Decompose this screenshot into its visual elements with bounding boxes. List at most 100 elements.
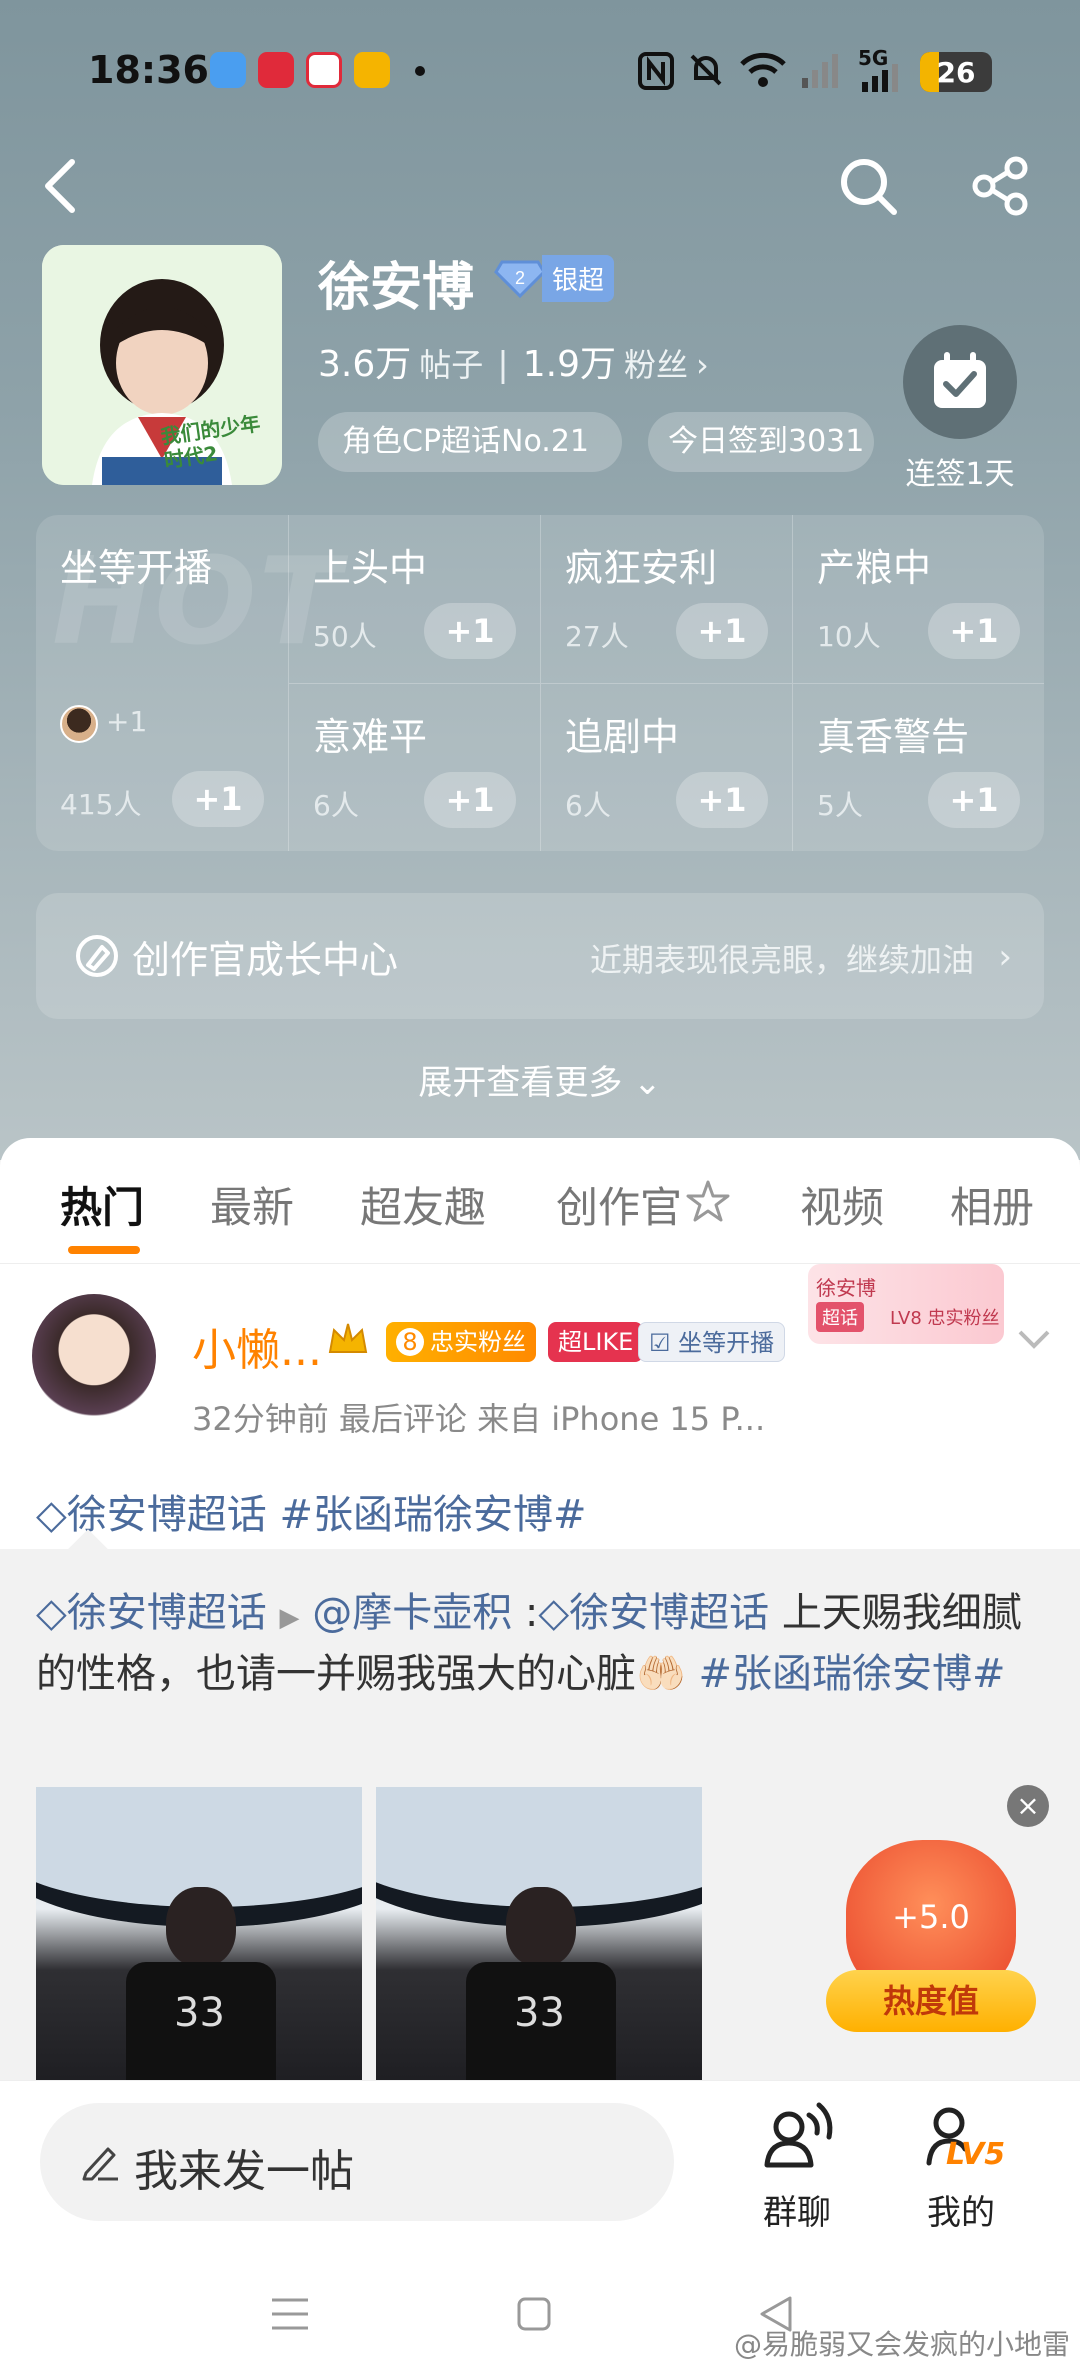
search-icon <box>841 159 897 215</box>
tab-fun[interactable]: 超友趣 <box>360 1174 486 1235</box>
rank-badge[interactable]: 2 银超 <box>494 254 615 302</box>
checkin-button[interactable]: 连签1天 <box>895 325 1025 493</box>
signal-icon-2 <box>862 64 898 92</box>
post-card[interactable]: 小懒... 8 忠实粉丝 超LIKE ☑ 坐等开播 徐安博 超话 LV8 忠实粉丝… <box>0 1264 1080 1549</box>
mood-count: 5人 <box>817 789 863 822</box>
expand-more-button[interactable]: 展开查看更多 ⌄ <box>0 1055 1080 1104</box>
topic-diamond-icon: ◇ <box>538 1590 570 1636</box>
mood-count: 6人 <box>565 789 611 822</box>
fan-level-badge: 8 忠实粉丝 <box>386 1322 536 1362</box>
status-time: 18:36 <box>88 48 209 92</box>
back-arrow-icon <box>45 159 75 213</box>
mood-cell[interactable]: 真香警告 5人 +1 <box>792 683 1044 851</box>
feed-tabs: 热门 最新 超友趣 创作官 视频 相册 <box>0 1138 1080 1264</box>
home-icon[interactable] <box>516 2296 552 2332</box>
mood-cell[interactable]: 意难平 6人 +1 <box>288 683 540 851</box>
mood-cell[interactable]: 产粮中 10人 +1 <box>792 515 1044 683</box>
mood-plus-button[interactable]: +1 <box>424 603 516 659</box>
user-avatar[interactable] <box>32 1294 156 1418</box>
quoted-text: ◇徐安博超话 ▶ @摩卡壶积 :◇徐安博超话 上天赐我细腻的性格，也请一并赐我强… <box>36 1585 1046 1702</box>
mute-icon <box>690 54 722 86</box>
topic-diamond-icon: ◇ <box>36 1492 67 1538</box>
mood-plus-button[interactable]: +1 <box>676 603 768 659</box>
posts-label: 帖子 <box>419 346 484 384</box>
compose-placeholder: 我来发一帖 <box>134 2146 354 2197</box>
group-chat-label: 群聊 <box>763 2193 831 2233</box>
mood-title: 真香警告 <box>817 715 970 759</box>
mood-count: 6人 <box>313 789 359 822</box>
fans-count[interactable]: 1.9万 <box>523 335 616 387</box>
back-button[interactable] <box>24 150 96 222</box>
expand-label: 展开查看更多 <box>418 1063 623 1103</box>
fan-level: 8 <box>396 1328 424 1356</box>
pencil-icon <box>82 2147 118 2181</box>
mood-plus-button[interactable]: +1 <box>676 772 768 828</box>
active-tab-indicator <box>68 1246 140 1254</box>
mood-cell[interactable]: 疯狂安利 27人 +1 <box>540 515 792 683</box>
mine-button[interactable]: LV5 我的 <box>896 2101 1026 2234</box>
checkin-count-pill[interactable]: 今日签到3031 <box>648 412 874 472</box>
mood-count: 50人 <box>313 620 377 653</box>
rank-label: 银超 <box>542 254 615 302</box>
heat-value-button[interactable]: 热度值 <box>826 1970 1036 2032</box>
mood-main-title: 坐等开播 <box>60 546 213 590</box>
rank-level: 2 <box>515 268 525 288</box>
battery-percent: 26 <box>936 56 976 89</box>
creator-growth-center[interactable]: 创作官成长中心 近期表现很亮眼，继续加油 › <box>36 893 1044 1019</box>
tab-latest[interactable]: 最新 <box>210 1174 294 1235</box>
quoted-topic-tag[interactable]: 徐安博超话 <box>67 1590 267 1636</box>
share-button[interactable] <box>964 150 1036 222</box>
star-badge-icon <box>686 1180 730 1222</box>
quoted-hashtag[interactable]: #张函瑞徐安博# <box>699 1651 1006 1697</box>
topic-diamond-icon: ◇ <box>36 1590 67 1636</box>
mood-plus-button[interactable]: +1 <box>928 772 1020 828</box>
nfc-icon <box>638 52 674 90</box>
gallery-app-icon <box>210 52 246 88</box>
fans-label[interactable]: 粉丝 <box>624 340 688 386</box>
chevron-right-icon[interactable]: › <box>696 346 709 384</box>
mood-cell[interactable]: 追剧中 6人 +1 <box>540 683 792 851</box>
mood-cell[interactable]: 上头中 50人 +1 <box>288 515 540 683</box>
compose-post-input[interactable]: 我来发一帖 <box>40 2103 674 2221</box>
mood-plus-button[interactable]: +1 <box>928 603 1020 659</box>
quoted-mention[interactable]: @摩卡壶积 <box>312 1590 512 1636</box>
tab-hot[interactable]: 热门 <box>60 1174 144 1235</box>
post-username[interactable]: 小懒... <box>192 1314 322 1378</box>
quoted-inner-tag[interactable]: 徐安博超话 <box>569 1590 769 1636</box>
fan-title: 忠实粉丝 <box>430 1328 526 1356</box>
mood-plus-button[interactable]: +1 <box>424 772 516 828</box>
post-tags[interactable]: ◇徐安博超话 #张函瑞徐安博# <box>36 1482 587 1540</box>
mood-count: 27人 <box>565 620 629 653</box>
menu-icon[interactable] <box>270 2296 310 2332</box>
person-shape <box>166 1887 236 1967</box>
search-button[interactable] <box>832 150 904 222</box>
crown-badge-icon <box>328 1323 368 1353</box>
topic-header: 18:36 5G 26 我们的少年时代2 徐安博 2 银超 3.6万 帖子 | … <box>0 0 1080 1160</box>
person-shape: 33 <box>126 1962 276 2092</box>
rank-pill[interactable]: 角色CP超话No.21 <box>318 412 622 472</box>
tab-video[interactable]: 视频 <box>800 1174 884 1235</box>
tab-creator[interactable]: 创作官 <box>556 1174 682 1235</box>
vest-print: 33 <box>174 1990 225 2036</box>
post-photo[interactable]: 33 <box>36 1787 362 2092</box>
post-photo[interactable]: 33 <box>376 1787 702 2092</box>
battery-indicator: 26 <box>920 52 992 92</box>
fan-card-level: LV8 忠实粉丝 <box>890 1308 1000 1329</box>
tab-album[interactable]: 相册 <box>950 1174 1034 1235</box>
mood-grid: HOT 坐等开播 +1 415人 +1 上头中 50人 +1 疯狂安利 27人 … <box>36 515 1044 851</box>
mood-main-cell[interactable]: 坐等开播 +1 415人 +1 <box>36 515 288 851</box>
watermark: @易脆弱又会发疯的小地雷 <box>733 2328 1070 2361</box>
mood-title: 追剧中 <box>565 715 680 759</box>
checkin-circle[interactable] <box>903 325 1017 439</box>
heat-reward-widget[interactable]: +5.0 热度值 <box>826 1820 1036 2050</box>
chevron-down-icon[interactable] <box>1016 1322 1052 1358</box>
calendar-check-icon <box>934 352 986 408</box>
mood-title: 疯狂安利 <box>565 546 718 590</box>
topic-avatar[interactable]: 我们的少年时代2 <box>42 245 282 485</box>
play-arrow-icon: ▶ <box>279 1603 300 1633</box>
bottom-bar: 我来发一帖 群聊 LV5 我的 <box>0 2080 1080 2260</box>
group-chat-button[interactable]: 群聊 <box>732 2101 862 2234</box>
person-shape: 33 <box>466 1962 616 2092</box>
mood-main-plus-button[interactable]: +1 <box>172 771 264 827</box>
heart-app-icon <box>258 52 294 88</box>
